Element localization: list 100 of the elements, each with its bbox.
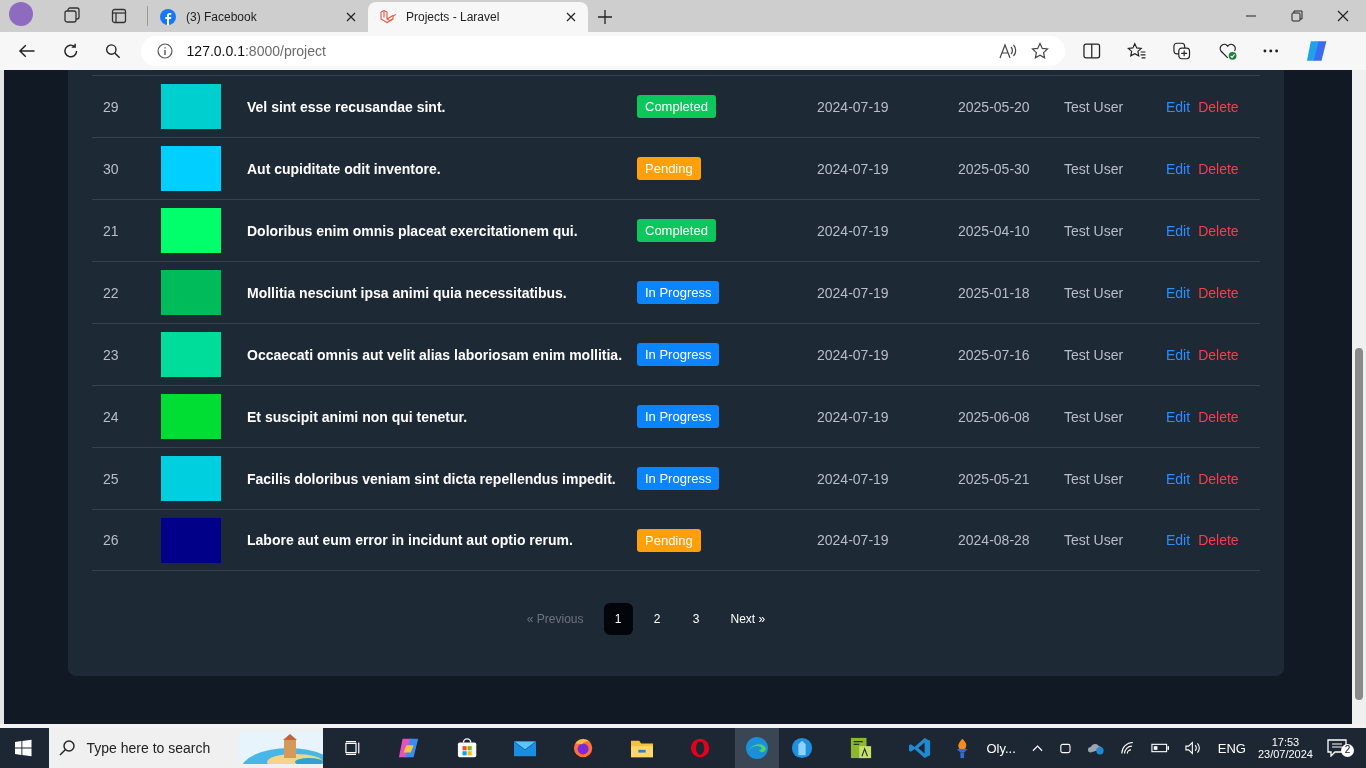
next-link[interactable]: Next » [730,612,766,626]
favorites-icon[interactable] [1126,42,1147,60]
notification-count: 2 [1341,744,1354,757]
browser-tab[interactable]: (3) Facebook [148,2,368,32]
table-cell-text: Test User [1064,470,1125,487]
address-field[interactable]: 127.0.0.1:8000/project [140,36,1066,66]
restore-icon[interactable] [1291,10,1303,22]
copilot-icon[interactable] [398,737,421,759]
split-screen-icon[interactable] [1083,43,1101,59]
table-cell-text: 25 [102,470,120,487]
status-badge: In Progress [637,343,720,366]
edit-link[interactable]: Edit [1166,532,1191,548]
table-cell-text: 22 [102,284,120,301]
status-badge: In Progress [637,467,720,490]
delete-link[interactable]: Delete [1198,470,1239,487]
laravel-icon [380,9,396,25]
table-cell-text: 29 [102,98,120,115]
tab-actions-icon[interactable] [111,8,127,24]
search-icon [58,740,75,756]
copilot-icon[interactable] [1304,40,1328,62]
opera-icon[interactable] [689,737,710,759]
edit-link[interactable]: Edit [1166,98,1191,115]
app-icon[interactable] [790,736,813,760]
delete-link[interactable]: Delete [1198,222,1239,239]
cloud-sync-icon[interactable] [1087,741,1105,755]
edit-link[interactable]: Edit [1166,222,1191,239]
table-cell-text: 2024-08-28 [958,532,1031,548]
table-cell-text: 2024-07-19 [817,532,890,548]
project-title: Aut cupiditate odit inventore. [247,160,442,177]
table-cell-text: 23 [102,346,120,363]
table-cell-text: 2024-07-19 [817,160,890,177]
delete-link[interactable]: Delete [1198,408,1239,425]
favorite-star-icon[interactable] [1031,42,1050,60]
close-icon[interactable] [346,12,356,22]
page-link[interactable]: 3 [681,603,711,635]
table-cell-text: 2025-05-21 [958,470,1031,487]
table-cell-text: Test User [1064,284,1125,301]
read-aloud-icon[interactable] [999,43,1018,59]
edit-link[interactable]: Edit [1166,346,1191,363]
store-icon[interactable] [457,737,478,759]
edge-icon[interactable] [744,736,769,760]
delete-link[interactable]: Delete [1198,98,1239,115]
wifi-icon[interactable] [1120,741,1135,755]
clock-time[interactable]: 17:53 [1271,736,1300,748]
document-icon[interactable] [849,736,872,760]
health-icon[interactable] [1217,41,1238,61]
folder-icon[interactable] [630,738,653,758]
table-cell-text: 2024-07-19 [817,222,890,239]
windows-start-icon[interactable] [15,739,32,757]
taskbar-search-field[interactable]: Type here to search [48,728,323,768]
project-title: Facilis doloribus veniam sint dicta repellendus impedit. [247,470,617,487]
previous-link[interactable]: « Previous [526,612,584,626]
delete-link[interactable]: Delete [1198,346,1239,363]
workspaces-icon[interactable] [63,6,81,24]
delete-link[interactable]: Delete [1198,160,1239,177]
close-icon[interactable] [1337,10,1349,22]
task-view-icon[interactable] [344,740,362,756]
profile-avatar[interactable] [9,2,33,26]
search-icon[interactable] [105,43,121,59]
delete-link[interactable]: Delete [1198,532,1239,548]
collections-icon[interactable] [1172,41,1192,61]
more-icon[interactable] [1263,49,1279,53]
chevron-up-icon[interactable] [1031,744,1043,752]
table-cell-text: 2025-04-10 [958,222,1031,239]
firefox-icon[interactable] [573,737,594,759]
info-icon [156,43,173,59]
camera-icon[interactable] [1058,741,1072,755]
edit-link[interactable]: Edit [1166,284,1191,301]
status-badge: Pending [637,528,701,552]
delete-link[interactable]: Delete [1198,284,1239,301]
table-cell-text: 2025-01-18 [958,284,1031,301]
page-link[interactable]: 2 [642,603,672,635]
mail-icon[interactable] [514,739,537,757]
edit-link[interactable]: Edit [1166,470,1191,487]
table-cell-text: 2024-07-19 [817,98,890,115]
app-label[interactable]: Oly... [986,740,1016,756]
close-icon[interactable] [566,12,576,22]
clock-date[interactable]: 23/07/2024 [1257,748,1313,760]
table-cell-text: Test User [1064,222,1125,239]
project-title: Vel sint esse recusandae sint. [247,98,447,115]
table-cell-text: Test User [1064,98,1125,115]
page-link[interactable]: 1 [603,603,633,635]
table-cell-text: 2025-07-16 [958,346,1031,363]
table-cell-text: 2024-07-19 [817,346,890,363]
notification-button[interactable]: 2 [1327,739,1354,757]
status-badge: Pending [637,157,701,180]
browser-tab[interactable]: Projects - Laravel [368,2,588,32]
tab-title: Projects - Laravel [406,10,501,24]
language-indicator[interactable]: ENG [1217,740,1246,756]
vscode-icon[interactable] [908,736,931,760]
table-cell-text: 2024-07-19 [817,408,890,425]
new-tab-icon[interactable] [598,10,612,24]
table-cell-text: 2025-05-30 [958,160,1031,177]
back-icon[interactable] [18,43,36,59]
volume-icon[interactable] [1185,741,1202,755]
edit-link[interactable]: Edit [1166,160,1191,177]
table-cell-text: 26 [102,532,120,548]
battery-icon[interactable] [1150,743,1170,753]
edit-link[interactable]: Edit [1166,408,1191,425]
reload-icon[interactable] [61,42,79,60]
